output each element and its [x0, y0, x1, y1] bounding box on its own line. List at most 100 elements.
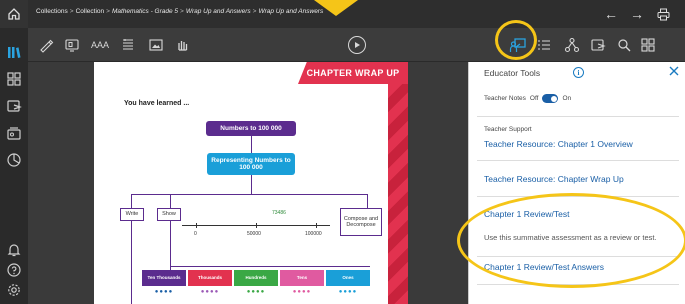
decorative-stripe — [388, 84, 408, 304]
breadcrumb-separator: > — [252, 8, 257, 15]
annotation-circle — [495, 20, 537, 60]
rail-help-button[interactable] — [4, 260, 24, 280]
play-icon — [355, 42, 360, 48]
tick-label-mid: 50000 — [247, 231, 261, 237]
tick — [316, 223, 317, 228]
connector-line — [170, 221, 171, 270]
screen-view-button[interactable] — [62, 35, 82, 55]
outline-button[interactable] — [534, 35, 554, 55]
breadcrumb-separator: > — [69, 8, 74, 15]
tick — [196, 223, 197, 228]
assign-button[interactable] — [588, 35, 608, 55]
tick-label-end: 100000 — [305, 231, 322, 237]
text-size-button[interactable]: AAA — [88, 35, 112, 55]
show-box: Show — [157, 208, 181, 221]
structure-button[interactable] — [562, 35, 582, 55]
place-value-header: Ten Thousands — [142, 270, 186, 286]
sub-topic-box: Representing Numbers to 100 000 — [207, 153, 295, 175]
print-button[interactable] — [653, 4, 673, 24]
pie-chart-icon — [7, 153, 21, 167]
place-value-header: Ones — [326, 270, 370, 286]
link-chapter-overview[interactable]: Teacher Resource: Chapter 1 Overview — [484, 139, 633, 149]
bell-icon — [7, 244, 21, 257]
breadcrumb: Collections > Collection > Mathematics - Gra… — [36, 8, 323, 15]
connector-line — [131, 194, 367, 195]
close-icon — [669, 66, 679, 76]
hand-icon — [178, 41, 188, 51]
print-icon — [657, 8, 669, 20]
rail-notifications-button[interactable] — [4, 240, 24, 260]
rail-reports-button[interactable] — [4, 150, 24, 170]
connector-line — [367, 194, 368, 208]
place-value-counters: ●●●● — [338, 289, 358, 295]
breadcrumb-item[interactable]: Collections — [36, 8, 68, 15]
chapter-banner: CHAPTER WRAP UP — [298, 62, 408, 84]
pen-icon — [40, 39, 54, 53]
link-chapter-wrap-up[interactable]: Teacher Resource: Chapter Wrap Up — [484, 174, 624, 184]
help-icon — [7, 263, 21, 277]
tick — [256, 223, 257, 228]
gear-icon — [8, 284, 20, 296]
forward-button[interactable]: → — [627, 4, 647, 24]
screen-icon — [65, 39, 79, 52]
teacher-notes-row: Teacher Notes Off On — [484, 94, 571, 103]
breadcrumb-item[interactable]: Mathematics - Grade 5 — [112, 8, 178, 15]
teacher-notes-toggle[interactable] — [542, 94, 559, 103]
home-icon — [8, 8, 20, 20]
rail-assignments-button[interactable] — [4, 96, 24, 116]
place-value-counters: ●●●● — [246, 289, 266, 295]
close-panel-button[interactable] — [669, 66, 679, 79]
back-button[interactable]: ← — [601, 4, 621, 24]
send-icon — [591, 39, 606, 51]
pen-tool-button[interactable] — [36, 35, 56, 55]
rail-apps-button[interactable] — [4, 69, 24, 89]
breadcrumb-item[interactable]: Wrap Up and Answers — [186, 8, 251, 15]
compose-box: Compose and Decompose — [340, 208, 382, 236]
teacher-support-label: Teacher Support — [484, 126, 532, 133]
image-icon — [149, 39, 163, 51]
divider — [477, 160, 679, 161]
media-icon — [7, 127, 21, 140]
learned-heading: You have learned ... — [124, 100, 190, 107]
search-button[interactable] — [614, 35, 634, 55]
place-value-header: Hundreds — [234, 270, 278, 286]
app-window: Collections > Collection > Mathematics - Gra… — [0, 0, 685, 304]
toggle-on-label: On — [562, 95, 572, 102]
home-button[interactable] — [0, 0, 28, 28]
place-value-counters: ●●●● — [200, 289, 220, 295]
apps-button[interactable] — [638, 35, 658, 55]
connector-line — [251, 136, 252, 153]
arrow-left-icon: ← — [604, 6, 618, 22]
student-view-button[interactable] — [172, 35, 192, 55]
grid-icon — [7, 72, 21, 86]
info-icon[interactable]: i — [573, 67, 584, 78]
list-icon — [538, 40, 550, 50]
left-rail — [0, 28, 28, 304]
image-view-button[interactable] — [146, 35, 166, 55]
breadcrumb-item[interactable]: Collection — [76, 8, 105, 15]
reading-mode-icon — [123, 39, 133, 50]
place-value-counters: ●●●● — [292, 289, 312, 295]
teacher-notes-label: Teacher Notes — [484, 95, 526, 102]
rail-media-button[interactable] — [4, 124, 24, 144]
breadcrumb-separator: > — [180, 8, 184, 15]
reader-canvas[interactable]: CHAPTER WRAP UP You have learned ... Num… — [28, 62, 468, 304]
textbook-page: CHAPTER WRAP UP You have learned ... Num… — [94, 62, 408, 304]
rail-library-button[interactable] — [4, 42, 24, 62]
text-size-icon: AAA — [90, 40, 109, 50]
reading-mode-button[interactable] — [118, 35, 138, 55]
main-topic-box: Numbers to 100 000 — [206, 121, 296, 136]
place-value-header: Thousands — [188, 270, 232, 286]
library-icon — [8, 47, 21, 58]
place-value-header: Tens — [280, 270, 324, 286]
audio-play-button[interactable] — [348, 36, 366, 54]
rail-settings-button[interactable] — [4, 280, 24, 300]
search-icon — [618, 39, 631, 52]
connector-line — [170, 194, 171, 208]
write-box: Write — [120, 208, 144, 221]
arrow-right-icon: → — [630, 6, 644, 22]
place-value-counters: ●●●● — [154, 289, 174, 295]
point-label: 73486 — [272, 210, 286, 216]
annotation-ellipse — [457, 193, 685, 288]
toggle-off-label: Off — [529, 95, 539, 102]
